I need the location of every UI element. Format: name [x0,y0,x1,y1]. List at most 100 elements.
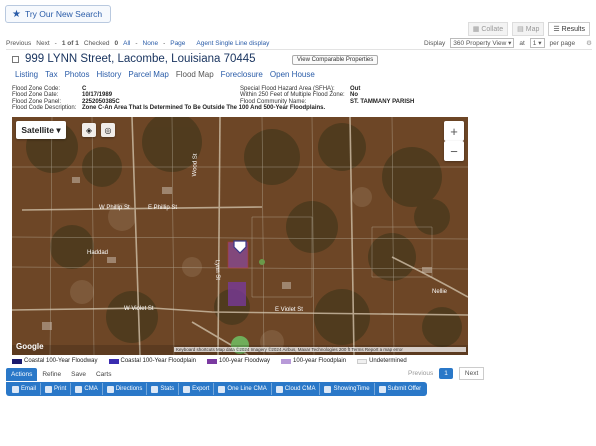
directions-button[interactable]: Directions [103,383,148,395]
legend-swatch [281,358,292,364]
tab-results[interactable]: ☰ Results [548,22,590,36]
print-button[interactable]: Print [41,383,72,395]
action-label: Cloud CMA [284,386,316,392]
cma-button[interactable]: CMA [71,383,103,395]
legend-label: 100-year Floodplain [293,358,347,364]
place-label: Haddad [87,250,109,256]
tab-collate[interactable]: ▦ Collate [467,22,509,36]
zoom-out-button[interactable]: − [444,141,464,161]
street-label: E Phillip St [148,205,178,211]
at-select[interactable]: 1 ▾ [529,38,545,48]
flood-map[interactable]: W Phillip St E Phillip St Haddad W Viole… [12,117,468,355]
stats-button[interactable]: Stats [147,383,180,395]
street-label: W Phillip St [99,205,130,211]
detail-value: Zone C-An Area That Is Determined To Be … [82,104,326,111]
try-new-search-label: Try Our New Search [24,9,103,19]
flood-details: Flood Zone Code: C Special Flood Hazard A… [12,86,472,111]
tab-listing[interactable]: Listing [15,70,38,79]
display-label: Display [423,39,446,47]
submit-offer-button[interactable]: Submit Offer [375,383,426,395]
action-bar: Email Print CMA Directions Stats Export … [6,382,428,396]
action-label: Print [54,386,67,392]
email-button[interactable]: Email [8,383,42,395]
previous-link[interactable]: Previous [6,40,31,47]
pager-previous[interactable]: Previous [408,370,433,377]
tab-label: Results [561,25,585,33]
legend-item: Coastal 100-Year Floodway [12,358,98,364]
cloud-cma-button[interactable]: Cloud CMA [272,383,321,395]
tab-map[interactable]: ▤ Map [512,22,545,36]
satellite-imagery [12,117,468,355]
pager-next[interactable]: Next [458,367,485,380]
tab-open-house[interactable]: Open House [270,70,315,79]
try-new-search-button[interactable]: ★ Try Our New Search [5,5,112,23]
tab-flood-map[interactable]: Flood Map [176,70,214,79]
separator: - [163,39,166,47]
legend-item: 100-year Floodplain [281,358,346,364]
tab-actions[interactable]: Actions [6,368,38,381]
checked-label: Checked [83,39,110,47]
action-label: Stats [160,386,175,392]
tab-save[interactable]: Save [66,368,91,381]
listing-header: 999 LYNN Street, Lacombe, Louisiana 7044… [12,53,256,65]
tab-tax[interactable]: Tax [45,70,57,79]
detail-value: ST. TAMMANY PARISH [350,98,415,105]
star-icon: ★ [12,8,21,20]
legend-item: 100-year Floodway [207,358,270,364]
cma-icon [218,385,226,393]
separator: - [54,39,57,47]
stats-icon [151,385,159,393]
legend-item: Coastal 100-Year Floodplain [108,358,197,364]
action-label: Export [192,386,210,392]
legend-label: Coastal 100-Year Floodplain [120,358,197,364]
email-icon [12,385,19,393]
directions-icon [106,385,114,393]
locate-icon[interactable]: ◎ [101,123,115,137]
legend-label: Coastal 100-Year Floodway [24,358,98,364]
pager-page[interactable]: 1 [439,368,453,379]
view-tabs: ▦ Collate ▤ Map ☰ Results [467,22,590,36]
tab-parcel-map[interactable]: Parcel Map [128,70,168,79]
map-icon: ▤ [517,26,524,33]
action-label: CMA [84,386,98,392]
checked-count: 0 [114,39,119,47]
layers-icon[interactable]: ◈ [82,123,96,137]
at-value: 1 [532,40,537,47]
legend-swatch [108,358,119,364]
tab-label: Map [525,25,540,33]
at-label: at [519,39,525,47]
map-type-dropdown[interactable]: Satellite ▾ [16,121,66,139]
separator: - [135,39,138,47]
tab-foreclosure[interactable]: Foreclosure [221,70,263,79]
one-line-cma-button[interactable]: One Line CMA [214,383,272,395]
next-link[interactable]: Next [36,40,49,47]
map-attribution: Keyboard shortcuts Map data ©2024 Imager… [174,347,466,352]
list-icon: ☰ [553,26,560,33]
flood-legend: Coastal 100-Year Floodway Coastal 100-Ye… [12,356,472,366]
select-all-link[interactable]: All [123,40,130,47]
street-label: Wood St [192,153,199,177]
agent-view-link[interactable]: Agent Single Line display [196,40,269,47]
view-comparable-button[interactable]: View Comparable Properties [292,55,379,65]
grid-icon: ▦ [472,26,480,33]
legend-item: Undetermined [357,358,407,364]
listing-checkbox[interactable] [12,55,19,63]
per-page-label: per page [549,39,576,47]
showingtime-button[interactable]: ShowingTime [320,383,375,395]
legend-label: 100-year Floodway [219,358,271,364]
tab-photos[interactable]: Photos [65,70,90,79]
street-label: Lynn St [213,259,221,281]
select-none-link[interactable]: None [143,40,159,47]
tab-refine[interactable]: Refine [37,368,66,381]
results-navbar: Previous Next - 1 of 1 Checked 0 All - N… [6,37,592,50]
google-logo: Google [16,342,44,351]
export-button[interactable]: Export [179,383,215,395]
tab-carts[interactable]: Carts [91,368,117,381]
select-page-link[interactable]: Page [170,40,185,47]
settings-gear-icon[interactable]: ⚙ [586,39,592,47]
display-select[interactable]: 360 Property View ▾ [450,38,515,48]
zoom-in-button[interactable]: + [444,121,464,141]
tab-history[interactable]: History [96,70,121,79]
legend-label: Undetermined [369,358,407,364]
street-label: Nellie [432,289,448,295]
